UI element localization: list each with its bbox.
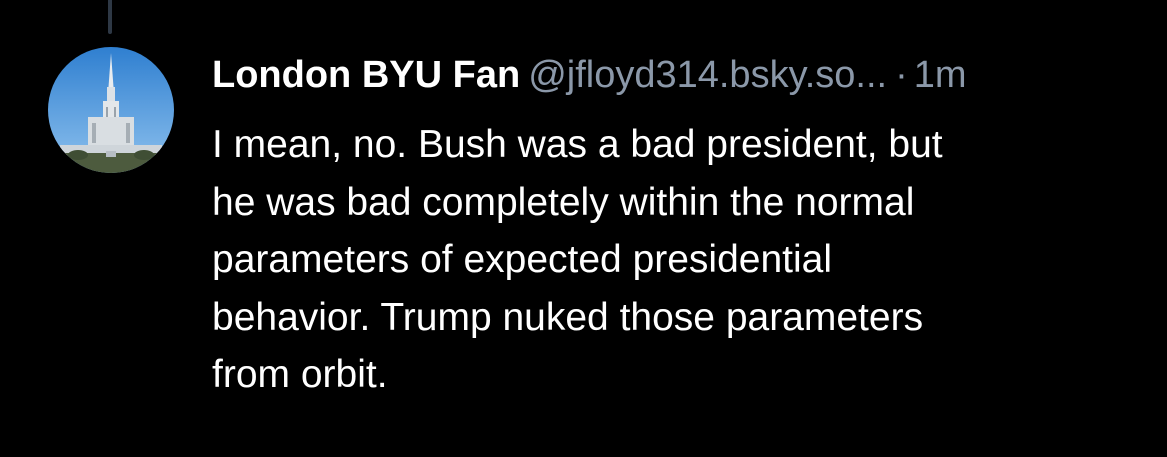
post-text-line: from orbit. xyxy=(212,353,388,396)
author-display-name[interactable]: London BYU Fan xyxy=(212,54,520,96)
post-text-line: behavior. Trump nuked those parameters xyxy=(212,295,924,339)
temple-spire-avatar-icon xyxy=(48,47,174,173)
header-separator: · xyxy=(895,54,908,96)
author-handle[interactable]: @jfloyd314.bsky.so... xyxy=(528,54,887,96)
post-item[interactable]: London BYU Fan @jfloyd314.bsky.so... · 1m I… xyxy=(0,0,1167,457)
post-header: London BYU Fan @jfloyd314.bsky.so... · 1m xyxy=(212,50,967,100)
author-avatar[interactable] xyxy=(48,47,174,173)
post-text-line: he was bad completely within the normal xyxy=(212,180,915,224)
post-text-line: I mean, no. Bush was a bad president, bu… xyxy=(212,123,943,166)
post-body-text: I mean, no. Bush was a bad president, bu… xyxy=(212,116,1132,404)
post-timestamp[interactable]: 1m xyxy=(914,54,967,96)
post-text-line: parameters of expected presidential xyxy=(212,238,833,281)
